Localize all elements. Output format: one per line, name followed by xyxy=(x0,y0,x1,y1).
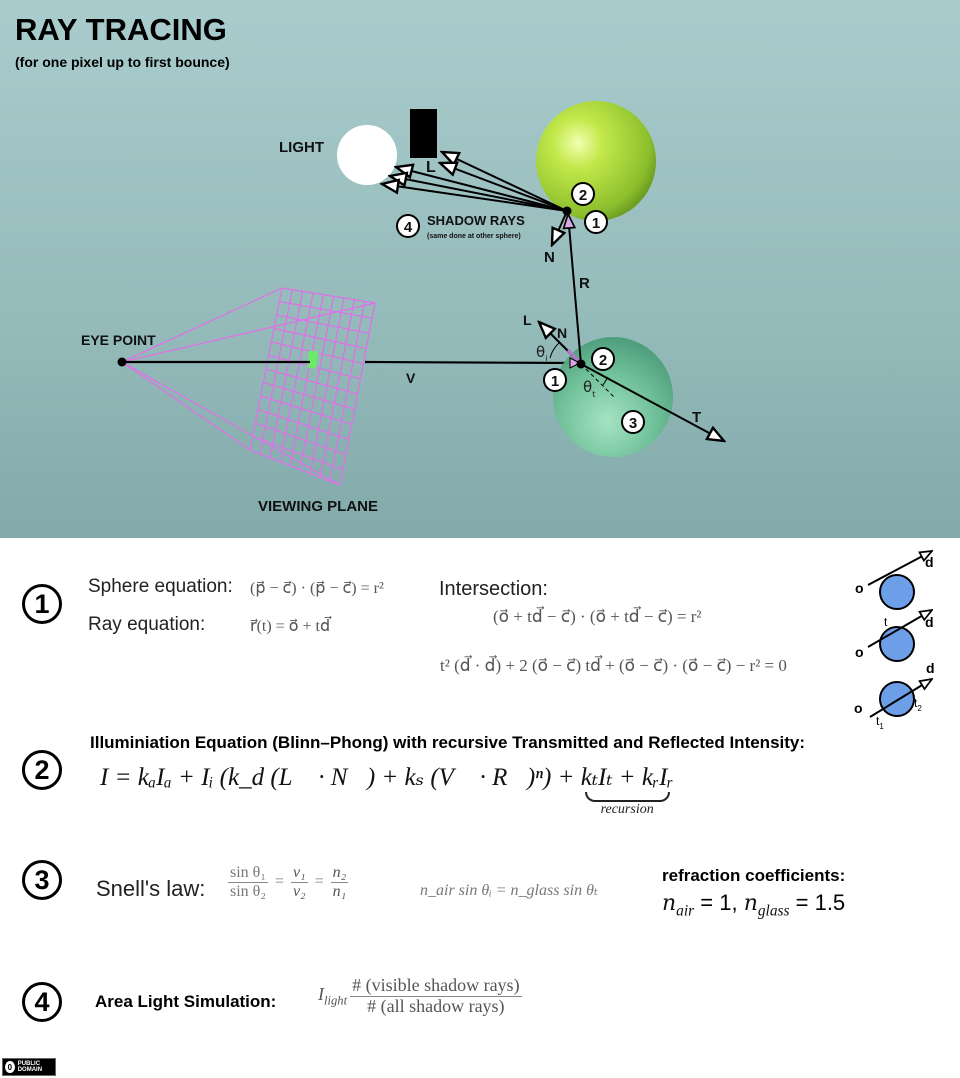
area-light xyxy=(337,125,397,185)
svg-text:1: 1 xyxy=(551,373,559,390)
section-4-badge: 4 xyxy=(22,982,62,1022)
case-two-hits: o d t1 t2 xyxy=(854,660,935,731)
marker-glass-3: 3 xyxy=(621,410,645,434)
marker-green-1: 1 xyxy=(584,210,608,234)
n-label-top: N xyxy=(544,249,555,266)
public-domain-badge: 0 PUBLIC DOMAIN xyxy=(2,1058,56,1076)
intersection-label: Intersection: xyxy=(439,578,548,600)
case-miss: o d xyxy=(855,551,934,610)
grid-line-horizontal xyxy=(276,314,370,334)
theta-i-label: θi xyxy=(536,343,547,363)
intersection-equation-2: t² (d⃗ · d⃗) + 2 (o⃗ − c⃗) td⃗ + (o⃗ − c… xyxy=(440,656,787,675)
l-label-top: L xyxy=(426,159,436,176)
svg-text:d: d xyxy=(926,660,935,676)
snell-label: Snell's law: xyxy=(96,876,206,901)
section-2-badge: 2 xyxy=(22,750,62,790)
public-domain-icon: 0 xyxy=(5,1061,15,1073)
refraction-coefficients: nair = 1, nglass = 1.5 xyxy=(662,890,846,920)
viewing-plane-grid xyxy=(121,287,376,486)
sphere-equation-label: Sphere equation: xyxy=(88,576,233,597)
normal-vector-top xyxy=(552,210,568,245)
glass-hit-point xyxy=(576,359,586,369)
page-title: RAY TRACING xyxy=(15,12,227,47)
viewing-plane-label: VIEWING PLANE xyxy=(258,498,378,515)
intersection-cases: o d o d t o d t1 t2 xyxy=(854,545,935,731)
grid-line-horizontal xyxy=(263,381,355,410)
light-label: LIGHT xyxy=(279,139,324,156)
case-tangent: o d t xyxy=(855,610,934,662)
svg-text:2: 2 xyxy=(579,187,587,204)
green-sphere xyxy=(536,101,656,221)
ray-tracing-scene: LIGHT L SHADOW RAYS (same done at other … xyxy=(0,0,960,538)
r-label: R xyxy=(579,275,590,292)
v-label: V xyxy=(406,370,416,386)
eye-point-dot xyxy=(117,357,127,367)
marker-glass-1: 1 xyxy=(543,368,567,392)
marker-green-2: 2 xyxy=(571,182,595,206)
intersection-equation-1: (o⃗ + td⃗ − c⃗) · (o⃗ + td⃗ − c⃗) = r² xyxy=(493,607,702,626)
t-label: T xyxy=(692,409,701,426)
grid-line-horizontal xyxy=(265,368,358,395)
area-light-equation: Ilight # (visible shadow rays) # (all shad… xyxy=(318,975,522,1016)
sphere-equation: (p⃗ − c⃗) · (p⃗ − c⃗) = r² xyxy=(250,580,384,597)
svg-text:o: o xyxy=(855,580,864,596)
green-hit-point xyxy=(562,206,572,216)
grid-line-horizontal xyxy=(279,300,373,319)
occluder-block xyxy=(410,109,437,158)
grid-line-horizontal xyxy=(252,435,344,471)
svg-text:o: o xyxy=(854,700,863,716)
public-domain-text: PUBLIC DOMAIN xyxy=(17,1061,43,1073)
section-3-badge: 3 xyxy=(22,860,62,900)
marker-shadow-4: 4 xyxy=(396,214,420,238)
l-label: L xyxy=(523,312,532,328)
snell-equation: sin θ₁ sin θ₂ = v₁ v₂ = n₂ n₁ xyxy=(228,864,349,900)
ray-equation: r⃗(t) = o⃗ + td⃗ xyxy=(250,618,331,635)
svg-text:4: 4 xyxy=(404,219,413,236)
scene-svg: LIGHT L SHADOW RAYS (same done at other … xyxy=(81,101,960,515)
grid-line-horizontal xyxy=(255,422,347,456)
section-1-badge: 1 xyxy=(22,584,62,624)
svg-text:3: 3 xyxy=(629,415,637,432)
pixel xyxy=(306,350,319,369)
svg-text:1: 1 xyxy=(592,215,600,232)
grid-line-horizontal xyxy=(260,395,352,425)
theta-i-arc xyxy=(549,341,561,359)
svg-text:d: d xyxy=(925,554,934,570)
grid-line-horizontal xyxy=(257,408,349,441)
area-light-label: Area Light Simulation: xyxy=(95,992,277,1011)
svg-text:o: o xyxy=(855,644,864,660)
shadow-rays-note: (same done at other sphere) xyxy=(427,233,521,240)
shadow-rays-label: SHADOW RAYS xyxy=(427,213,525,228)
svg-text:t: t xyxy=(884,615,888,629)
svg-text:t2: t2 xyxy=(914,696,922,713)
page-subtitle: (for one pixel up to first bounce) xyxy=(15,54,230,70)
illumination-heading: Illuminiation Equation (Blinn–Phong) wit… xyxy=(90,733,806,752)
refraction-coefficients-heading: refraction coefficients: xyxy=(662,866,846,885)
svg-text:2: 2 xyxy=(599,352,607,369)
illumination-equation: I = kₐIₐ + Iᵢ (k_d (L⃗ · N⃗) + kₛ (V⃗ · … xyxy=(100,764,674,817)
svg-text:d: d xyxy=(925,614,934,630)
eye-point-label: EYE POINT xyxy=(81,332,156,348)
svg-text:t1: t1 xyxy=(876,714,884,731)
ray-equation-label: Ray equation: xyxy=(88,614,206,635)
n-label: N xyxy=(557,325,567,341)
marker-glass-2: 2 xyxy=(591,347,615,371)
snell-equation-air-glass: n_air sin θᵢ = n_glass sin θₜ xyxy=(420,882,598,899)
